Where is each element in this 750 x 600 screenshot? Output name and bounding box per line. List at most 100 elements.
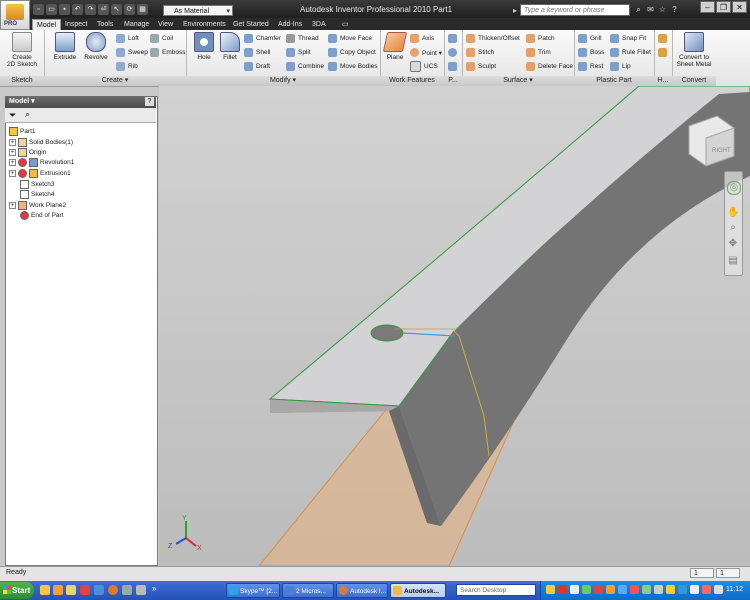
new-file-icon[interactable]: ▫ (33, 4, 44, 15)
open-file-icon[interactable]: ▭ (46, 4, 57, 15)
rectangular-pattern-button[interactable] (448, 33, 460, 44)
tab-add-ins[interactable]: Add-Ins (274, 19, 306, 30)
plane-button[interactable]: Plane (382, 32, 408, 61)
select-icon[interactable]: ↖ (111, 4, 122, 15)
snap-fit-button[interactable]: Snap Fit (610, 33, 646, 44)
surface-panel-title[interactable]: Surface ▾ (462, 76, 574, 86)
extrude-button[interactable]: Extrude (52, 32, 78, 61)
orbit-icon[interactable]: ✥ (727, 238, 739, 250)
tray-9-icon[interactable] (642, 585, 651, 594)
delete-face-button[interactable]: Delete Face (526, 61, 573, 72)
tray-14-icon[interactable] (702, 585, 711, 594)
help-search-input[interactable]: Type a keyword or phrase (520, 4, 630, 16)
tab-inspect[interactable]: Inspect (61, 19, 92, 30)
expand-icon[interactable]: + (9, 169, 16, 177)
tray-1-icon[interactable] (546, 585, 555, 594)
rest-button[interactable]: Rest (578, 61, 603, 72)
expand-icon[interactable]: + (9, 138, 16, 146)
patch-button[interactable]: Patch (526, 33, 555, 44)
favorites-star-icon[interactable]: ☆ (658, 4, 667, 15)
thread-button[interactable]: Thread (286, 33, 319, 44)
task-autodesk-inventor-2[interactable]: Autodesk... (390, 583, 446, 598)
tray-4-icon[interactable] (582, 585, 591, 594)
update-icon[interactable]: ⟳ (124, 4, 135, 15)
modify-panel-title[interactable]: Modify ▾ (186, 76, 380, 86)
find-binoculars-icon[interactable]: ⌕ (25, 109, 30, 120)
tray-7-icon[interactable] (618, 585, 627, 594)
create-panel-title[interactable]: Create ▾ (44, 76, 186, 86)
browser-help-button[interactable]: ? (145, 97, 154, 106)
help-icon[interactable]: ? (670, 4, 679, 15)
tab-environments[interactable]: Environments (179, 19, 230, 30)
filter-icon[interactable]: ⏷ (9, 110, 16, 121)
home-view-icon[interactable]: ⌂ (741, 90, 746, 100)
coil-button[interactable]: Coil (150, 33, 173, 44)
boss-button[interactable]: Boss (578, 47, 604, 58)
trim-button[interactable]: Trim (526, 47, 551, 58)
move-bodies-button[interactable]: Move Bodies (328, 61, 378, 72)
task-autodesk-inventor-1[interactable]: Autodesk I... (336, 583, 388, 598)
create-2d-sketch-button[interactable]: Create 2D Sketch (4, 32, 40, 68)
tree-item-origin[interactable]: + Origin (9, 147, 46, 157)
tray-6-icon[interactable] (606, 585, 615, 594)
point-button[interactable]: Point ▾ (410, 47, 442, 58)
combine-button[interactable]: Combine (286, 61, 324, 72)
quicklaunch-more-icon[interactable]: » (152, 584, 156, 593)
tree-item-part1[interactable]: Part1 (9, 126, 36, 136)
tab-view[interactable]: View (154, 19, 177, 30)
expand-icon[interactable]: + (9, 148, 16, 156)
draft-button[interactable]: Draft (244, 61, 270, 72)
tree-item-end-of-part[interactable]: End of Part (20, 210, 64, 220)
convert-to-sheet-metal-button[interactable]: Convert to Sheet Metal (674, 32, 714, 68)
sweep-button[interactable]: Sweep (116, 47, 148, 58)
fillet-button[interactable]: Fillet (218, 32, 242, 61)
tree-item-solid-bodies[interactable]: + Solid Bodies(1) (9, 137, 73, 147)
properties-icon[interactable]: ▦ (137, 4, 148, 15)
firefox-icon[interactable] (108, 585, 118, 595)
emboss-button[interactable]: Emboss (150, 47, 185, 58)
tab-tools[interactable]: Tools (93, 19, 117, 30)
quicklaunch-3-icon[interactable] (66, 585, 76, 595)
grill-button[interactable]: Grill (578, 33, 602, 44)
look-at-icon[interactable]: ▤ (727, 255, 739, 267)
sculpt-button[interactable]: Sculpt (466, 61, 496, 72)
split-button[interactable]: Split (286, 47, 311, 58)
tree-item-extrusion1[interactable]: + Extrusion1 (9, 168, 71, 178)
tray-13-icon[interactable] (690, 585, 699, 594)
close-button[interactable]: ✕ (732, 1, 747, 13)
communication-center-icon[interactable]: ✉ (646, 4, 655, 15)
tray-12-icon[interactable] (678, 585, 687, 594)
copy-object-button[interactable]: Copy Object (328, 47, 376, 58)
task-microsoft[interactable]: 2 Micros... (282, 583, 334, 598)
quicklaunch-8-icon[interactable] (136, 585, 146, 595)
move-face-button[interactable]: Move Face (328, 33, 372, 44)
ribbon-toggle-icon[interactable]: ▭ (338, 19, 353, 30)
axis-button[interactable]: Axis (410, 33, 434, 44)
zoom-icon[interactable]: ⌕ (727, 222, 739, 234)
search-expand-icon[interactable]: ▸ (513, 6, 517, 15)
tab-manage[interactable]: Manage (120, 19, 153, 30)
tray-8-icon[interactable] (630, 585, 639, 594)
redo-icon[interactable]: ↷ (85, 4, 96, 15)
ucs-button[interactable]: UCS (410, 61, 438, 72)
quicklaunch-7-icon[interactable] (122, 585, 132, 595)
thicken-offset-button[interactable]: Thicken/Offset (466, 33, 520, 44)
pan-hand-icon[interactable]: ✋ (727, 207, 739, 219)
lip-button[interactable]: Lip (610, 61, 631, 72)
desktop-search-icon[interactable]: ⌕ (524, 585, 528, 595)
tray-11-icon[interactable] (666, 585, 675, 594)
task-skype[interactable]: Skype™ [2... (226, 583, 280, 598)
circular-pattern-button[interactable] (448, 47, 460, 58)
browser-title-dropdown[interactable]: Model ▾ (9, 96, 35, 108)
undo-icon[interactable]: ↶ (72, 4, 83, 15)
harness-tool-2-button[interactable] (658, 47, 670, 58)
tray-3-icon[interactable] (570, 585, 579, 594)
save-icon[interactable]: ▪ (59, 4, 70, 15)
quicklaunch-1-icon[interactable] (40, 585, 50, 595)
tree-item-revolution1[interactable]: + Revolution1 (9, 157, 74, 167)
harness-tool-1-button[interactable] (658, 33, 670, 44)
start-button[interactable]: Start (0, 582, 34, 599)
loft-button[interactable]: Loft (116, 33, 139, 44)
tray-2-icon[interactable] (558, 585, 567, 594)
shell-button[interactable]: Shell (244, 47, 270, 58)
